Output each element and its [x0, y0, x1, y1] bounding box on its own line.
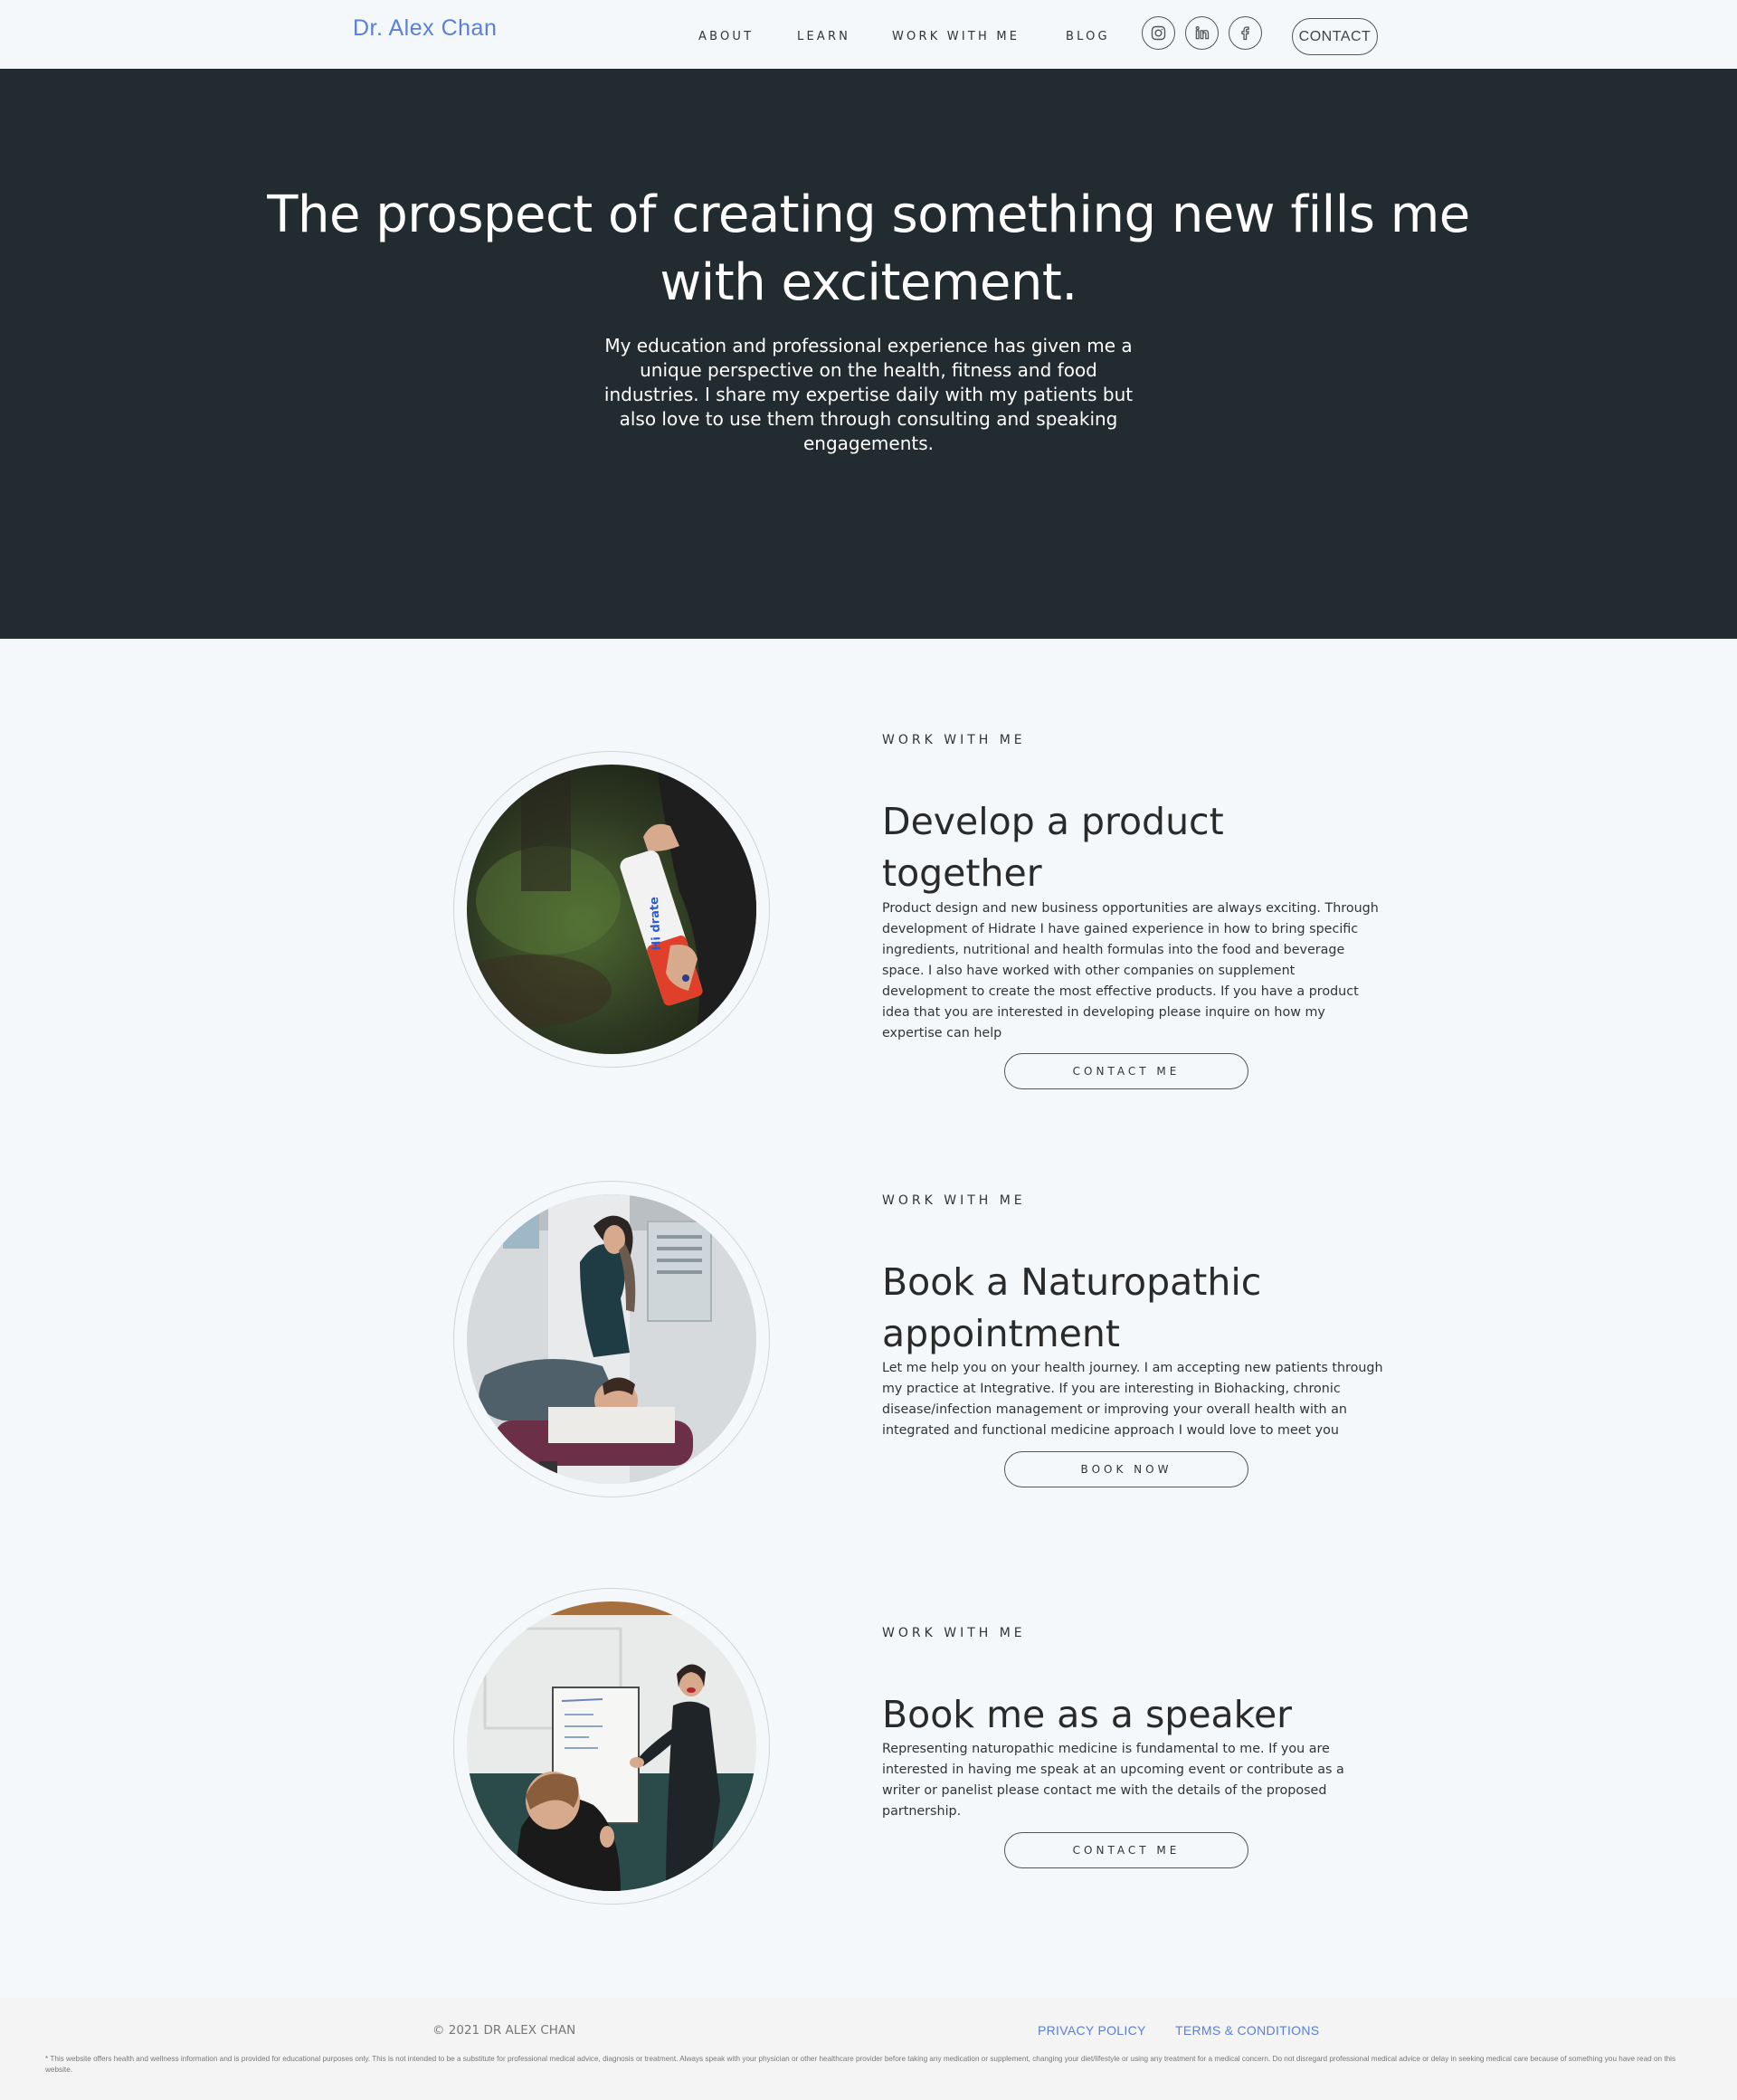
nav-about[interactable]: ABOUT: [698, 30, 754, 43]
contact-me-button[interactable]: CONTACT ME: [1004, 1053, 1248, 1089]
contact-me-button[interactable]: CONTACT ME: [1004, 1832, 1248, 1868]
section-body: Let me help you on your health journey. …: [882, 1361, 1383, 1438]
contact-button[interactable]: CONTACT: [1292, 18, 1378, 55]
hidrate-label: Hi drate: [648, 897, 664, 951]
hero-section: The prospect of creating something new f…: [0, 69, 1737, 639]
disclaimer: * This website offers health and wellnes…: [45, 2055, 1676, 2074]
copyright: © 2021 DR ALEX CHAN: [432, 2023, 576, 2038]
hero-title: The prospect of creating something new f…: [267, 185, 1470, 312]
terms-link[interactable]: TERMS & CONDITIONS: [1175, 2023, 1319, 2038]
product-photo: Hi drate: [467, 765, 756, 1054]
product-image-frame: Hi drate: [453, 751, 770, 1068]
section-eyebrow: WORK WITH ME: [882, 1193, 1026, 1208]
speaker-photo: [467, 1601, 756, 1891]
section-title: Book a Naturopathic appointment: [882, 1260, 1262, 1355]
section-eyebrow: WORK WITH ME: [882, 733, 1026, 747]
appointment-photo: [467, 1194, 756, 1484]
appointment-image-frame: [453, 1181, 770, 1497]
hero-text: My education and professional experience…: [603, 335, 1134, 454]
section-body: Representing naturopathic medicine is fu…: [882, 1742, 1344, 1819]
linkedin-icon[interactable]: [1185, 16, 1219, 50]
nav-blog[interactable]: BLOG: [1066, 30, 1110, 43]
site-footer: © 2021 DR ALEX CHAN PRIVACY POLICY TERMS…: [0, 1998, 1737, 2100]
nav-work-with-me[interactable]: WORK WITH ME: [892, 30, 1020, 43]
section-title: Develop a product together: [882, 800, 1224, 895]
site-header: Dr. Alex Chan ABOUT LEARN WORK WITH ME B…: [0, 0, 1737, 69]
section-eyebrow: WORK WITH ME: [882, 1626, 1026, 1640]
book-now-button[interactable]: BOOK NOW: [1004, 1451, 1248, 1487]
instagram-icon[interactable]: [1142, 16, 1175, 50]
speaker-image-frame: [453, 1588, 770, 1905]
privacy-policy-link[interactable]: PRIVACY POLICY: [1038, 2023, 1146, 2038]
facebook-icon[interactable]: [1229, 16, 1262, 50]
site-logo[interactable]: Dr. Alex Chan: [353, 15, 497, 42]
nav-learn[interactable]: LEARN: [797, 30, 850, 43]
section-body: Product design and new business opportun…: [882, 901, 1379, 1040]
section-title: Book me as a speaker: [882, 1693, 1293, 1736]
